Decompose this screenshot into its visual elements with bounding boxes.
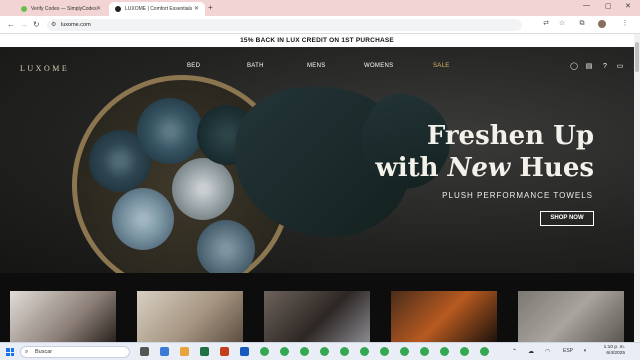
luxome-logo[interactable]: LUXOME bbox=[20, 64, 69, 73]
new-tab-button[interactable]: + bbox=[208, 3, 213, 12]
menu-kebab-icon[interactable]: ⋮ bbox=[621, 20, 629, 28]
browser-toolbar: ← → ↻ ⚙ luxome.com ⇄ ☆ ⧉ ⋮ bbox=[0, 16, 640, 34]
hero-subheadline: PLUSH PERFORMANCE TOWELS bbox=[442, 191, 593, 200]
translate-icon[interactable]: ⇄ bbox=[542, 20, 550, 28]
tab-simplycodes[interactable]: Verify Codes — SimplyCodes ✕ bbox=[15, 2, 107, 16]
nav-womens[interactable]: WOMENS bbox=[364, 63, 393, 69]
account-icon[interactable]: ◯ bbox=[570, 63, 578, 71]
cart-icon[interactable]: ▭ bbox=[616, 63, 624, 71]
scrollbar-thumb[interactable] bbox=[635, 42, 639, 72]
site-info-icon[interactable]: ⚙ bbox=[51, 19, 56, 31]
reload-icon[interactable]: ↻ bbox=[33, 20, 40, 29]
chrome-icon[interactable] bbox=[460, 347, 469, 356]
close-tab-icon[interactable]: ✕ bbox=[96, 5, 101, 12]
tab-title: LUXOME | Comfort Essentials bbox=[125, 6, 193, 12]
chrome-icon[interactable] bbox=[280, 347, 289, 356]
promo-banner[interactable]: 15% BACK IN LUX CREDIT ON 1ST PURCHASE bbox=[0, 34, 634, 47]
excel-icon[interactable] bbox=[200, 347, 209, 356]
powerpoint-icon[interactable] bbox=[220, 347, 229, 356]
nav-mens[interactable]: MENS bbox=[307, 63, 326, 69]
clock-date: 6/4/2025 bbox=[606, 351, 625, 356]
help-icon[interactable]: ? bbox=[601, 63, 609, 71]
volume-icon[interactable]: ◖ bbox=[583, 348, 587, 354]
browser-tab-strip: Verify Codes — SimplyCodes ✕ LUXOME | Co… bbox=[0, 0, 640, 16]
chrome-icon[interactable] bbox=[480, 347, 489, 356]
chrome-icon[interactable] bbox=[260, 347, 269, 356]
url-text: luxome.com bbox=[61, 22, 91, 28]
address-bar[interactable]: ⚙ luxome.com bbox=[47, 19, 522, 31]
back-icon[interactable]: ← bbox=[7, 20, 15, 29]
luxome-favicon-icon bbox=[115, 6, 121, 12]
hero-banner: LUXOME BED BATH MENS WOMENS SALE ◯ ▤ ? ▭… bbox=[0, 47, 634, 273]
chrome-icon[interactable] bbox=[360, 347, 369, 356]
maximize-icon[interactable]: ▢ bbox=[605, 2, 612, 10]
category-cards bbox=[0, 273, 634, 342]
page-scrollbar[interactable] bbox=[634, 34, 640, 342]
tab-luxome[interactable]: LUXOME | Comfort Essentials ✕ bbox=[109, 2, 205, 16]
hero-headline-line2: with New Hues bbox=[375, 153, 594, 183]
close-tab-icon[interactable]: ✕ bbox=[194, 5, 199, 12]
profile-avatar[interactable] bbox=[598, 20, 606, 28]
word-icon[interactable] bbox=[240, 347, 249, 356]
search-placeholder: Buscar bbox=[35, 349, 53, 355]
category-card[interactable] bbox=[518, 291, 624, 342]
keyboard-language[interactable]: ESP bbox=[563, 348, 573, 354]
forward-icon[interactable]: → bbox=[20, 20, 28, 29]
rewards-icon[interactable]: ▤ bbox=[585, 63, 593, 71]
bookmark-star-icon[interactable]: ☆ bbox=[558, 20, 566, 28]
chrome-icon[interactable] bbox=[400, 347, 409, 356]
chrome-icon[interactable] bbox=[420, 347, 429, 356]
wifi-icon[interactable]: ◠ bbox=[545, 348, 550, 355]
tray-overflow-icon[interactable]: ⌃ bbox=[512, 348, 517, 355]
chrome-icon[interactable] bbox=[340, 347, 349, 356]
nav-sale[interactable]: SALE bbox=[433, 63, 450, 69]
close-window-icon[interactable]: ✕ bbox=[625, 2, 631, 10]
category-card[interactable] bbox=[10, 291, 116, 342]
shop-now-button[interactable]: SHOP NOW bbox=[540, 211, 594, 226]
chrome-icon[interactable] bbox=[380, 347, 389, 356]
windows-taskbar: ⌕ Buscar ⌃ ☁ ◠ ESP ◖ 1:10 p. m. 6/4/2025 bbox=[0, 342, 640, 360]
taskbar-clock[interactable]: 1:10 p. m. 6/4/2025 bbox=[595, 345, 625, 357]
extensions-icon[interactable]: ⧉ bbox=[578, 20, 586, 28]
search-icon: ⌕ bbox=[25, 349, 29, 355]
task-view-icon[interactable] bbox=[140, 347, 149, 356]
onedrive-icon[interactable]: ☁ bbox=[528, 348, 534, 355]
taskbar-search[interactable]: ⌕ Buscar bbox=[20, 346, 130, 358]
hero-headline-line1: Freshen Up bbox=[426, 121, 594, 151]
chrome-icon[interactable] bbox=[320, 347, 329, 356]
category-card[interactable] bbox=[391, 291, 497, 342]
chrome-icon[interactable] bbox=[300, 347, 309, 356]
tab-title: Verify Codes — SimplyCodes bbox=[31, 6, 97, 12]
category-card[interactable] bbox=[264, 291, 370, 342]
nav-bath[interactable]: BATH bbox=[247, 63, 264, 69]
minimize-icon[interactable]: — bbox=[583, 2, 590, 9]
category-card[interactable] bbox=[137, 291, 243, 342]
file-explorer-icon[interactable] bbox=[180, 347, 189, 356]
chrome-icon[interactable] bbox=[440, 347, 449, 356]
simplycodes-favicon-icon bbox=[21, 6, 27, 12]
nav-bed[interactable]: BED bbox=[187, 63, 200, 69]
widgets-icon[interactable] bbox=[160, 347, 169, 356]
windows-start-icon[interactable] bbox=[6, 348, 14, 356]
